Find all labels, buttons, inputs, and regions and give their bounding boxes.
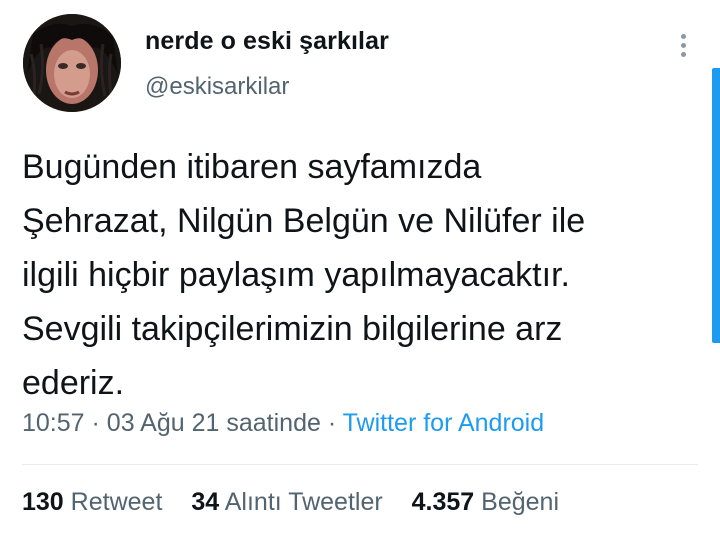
tweet-stats: 130 Retweet 34 Alıntı Tweetler 4.357 Beğ… [22, 488, 581, 517]
likes-label: Beğeni [481, 488, 560, 516]
divider [22, 464, 698, 465]
meta-separator: · [91, 409, 100, 437]
tweet-meta: 10:57 · 03 Ağu 21 saatinde · Twitter for… [22, 409, 544, 438]
tweet-text-line: ilgili hiçbir paylaşım yapılmayacaktır. [22, 256, 570, 294]
retweets-stat[interactable]: 130 Retweet [22, 488, 169, 516]
more-options-button[interactable] [672, 30, 694, 60]
tweet-time[interactable]: 10:57 [22, 409, 85, 437]
tweet-date[interactable]: 03 Ağu 21 saatinde [107, 409, 321, 437]
meta-separator: · [327, 409, 337, 437]
author-display-name[interactable]: nerde o eski şarkılar [145, 27, 389, 56]
tweet-text-line: ederiz. [22, 364, 125, 402]
avatar[interactable] [23, 14, 121, 112]
quotes-stat[interactable]: 34 Alıntı Tweetler [191, 488, 389, 516]
more-vertical-icon [680, 33, 686, 39]
retweets-label: Retweet [70, 488, 163, 516]
tweet-text-line: Sevgili takipçilerimizin bilgilerine arz [22, 310, 563, 348]
quotes-count: 34 [191, 488, 220, 516]
likes-stat[interactable]: 4.357 Beğeni [412, 488, 559, 516]
likes-count: 4.357 [411, 488, 475, 516]
scrollbar[interactable] [712, 68, 720, 343]
tweet-text-line: Bugünden itibaren sayfamızda [22, 148, 482, 186]
retweets-count: 130 [22, 488, 64, 516]
quotes-label: Alıntı Tweetler [224, 488, 383, 516]
tweet-source-link[interactable]: Twitter for Android [343, 409, 544, 437]
author-handle[interactable]: @eskisarkilar [145, 73, 289, 101]
tweet-text: Bugünden itibaren sayfamızda Şehrazat, N… [22, 140, 712, 410]
tweet-text-line: Şehrazat, Nilgün Belgün ve Nilüfer ile [22, 202, 586, 240]
